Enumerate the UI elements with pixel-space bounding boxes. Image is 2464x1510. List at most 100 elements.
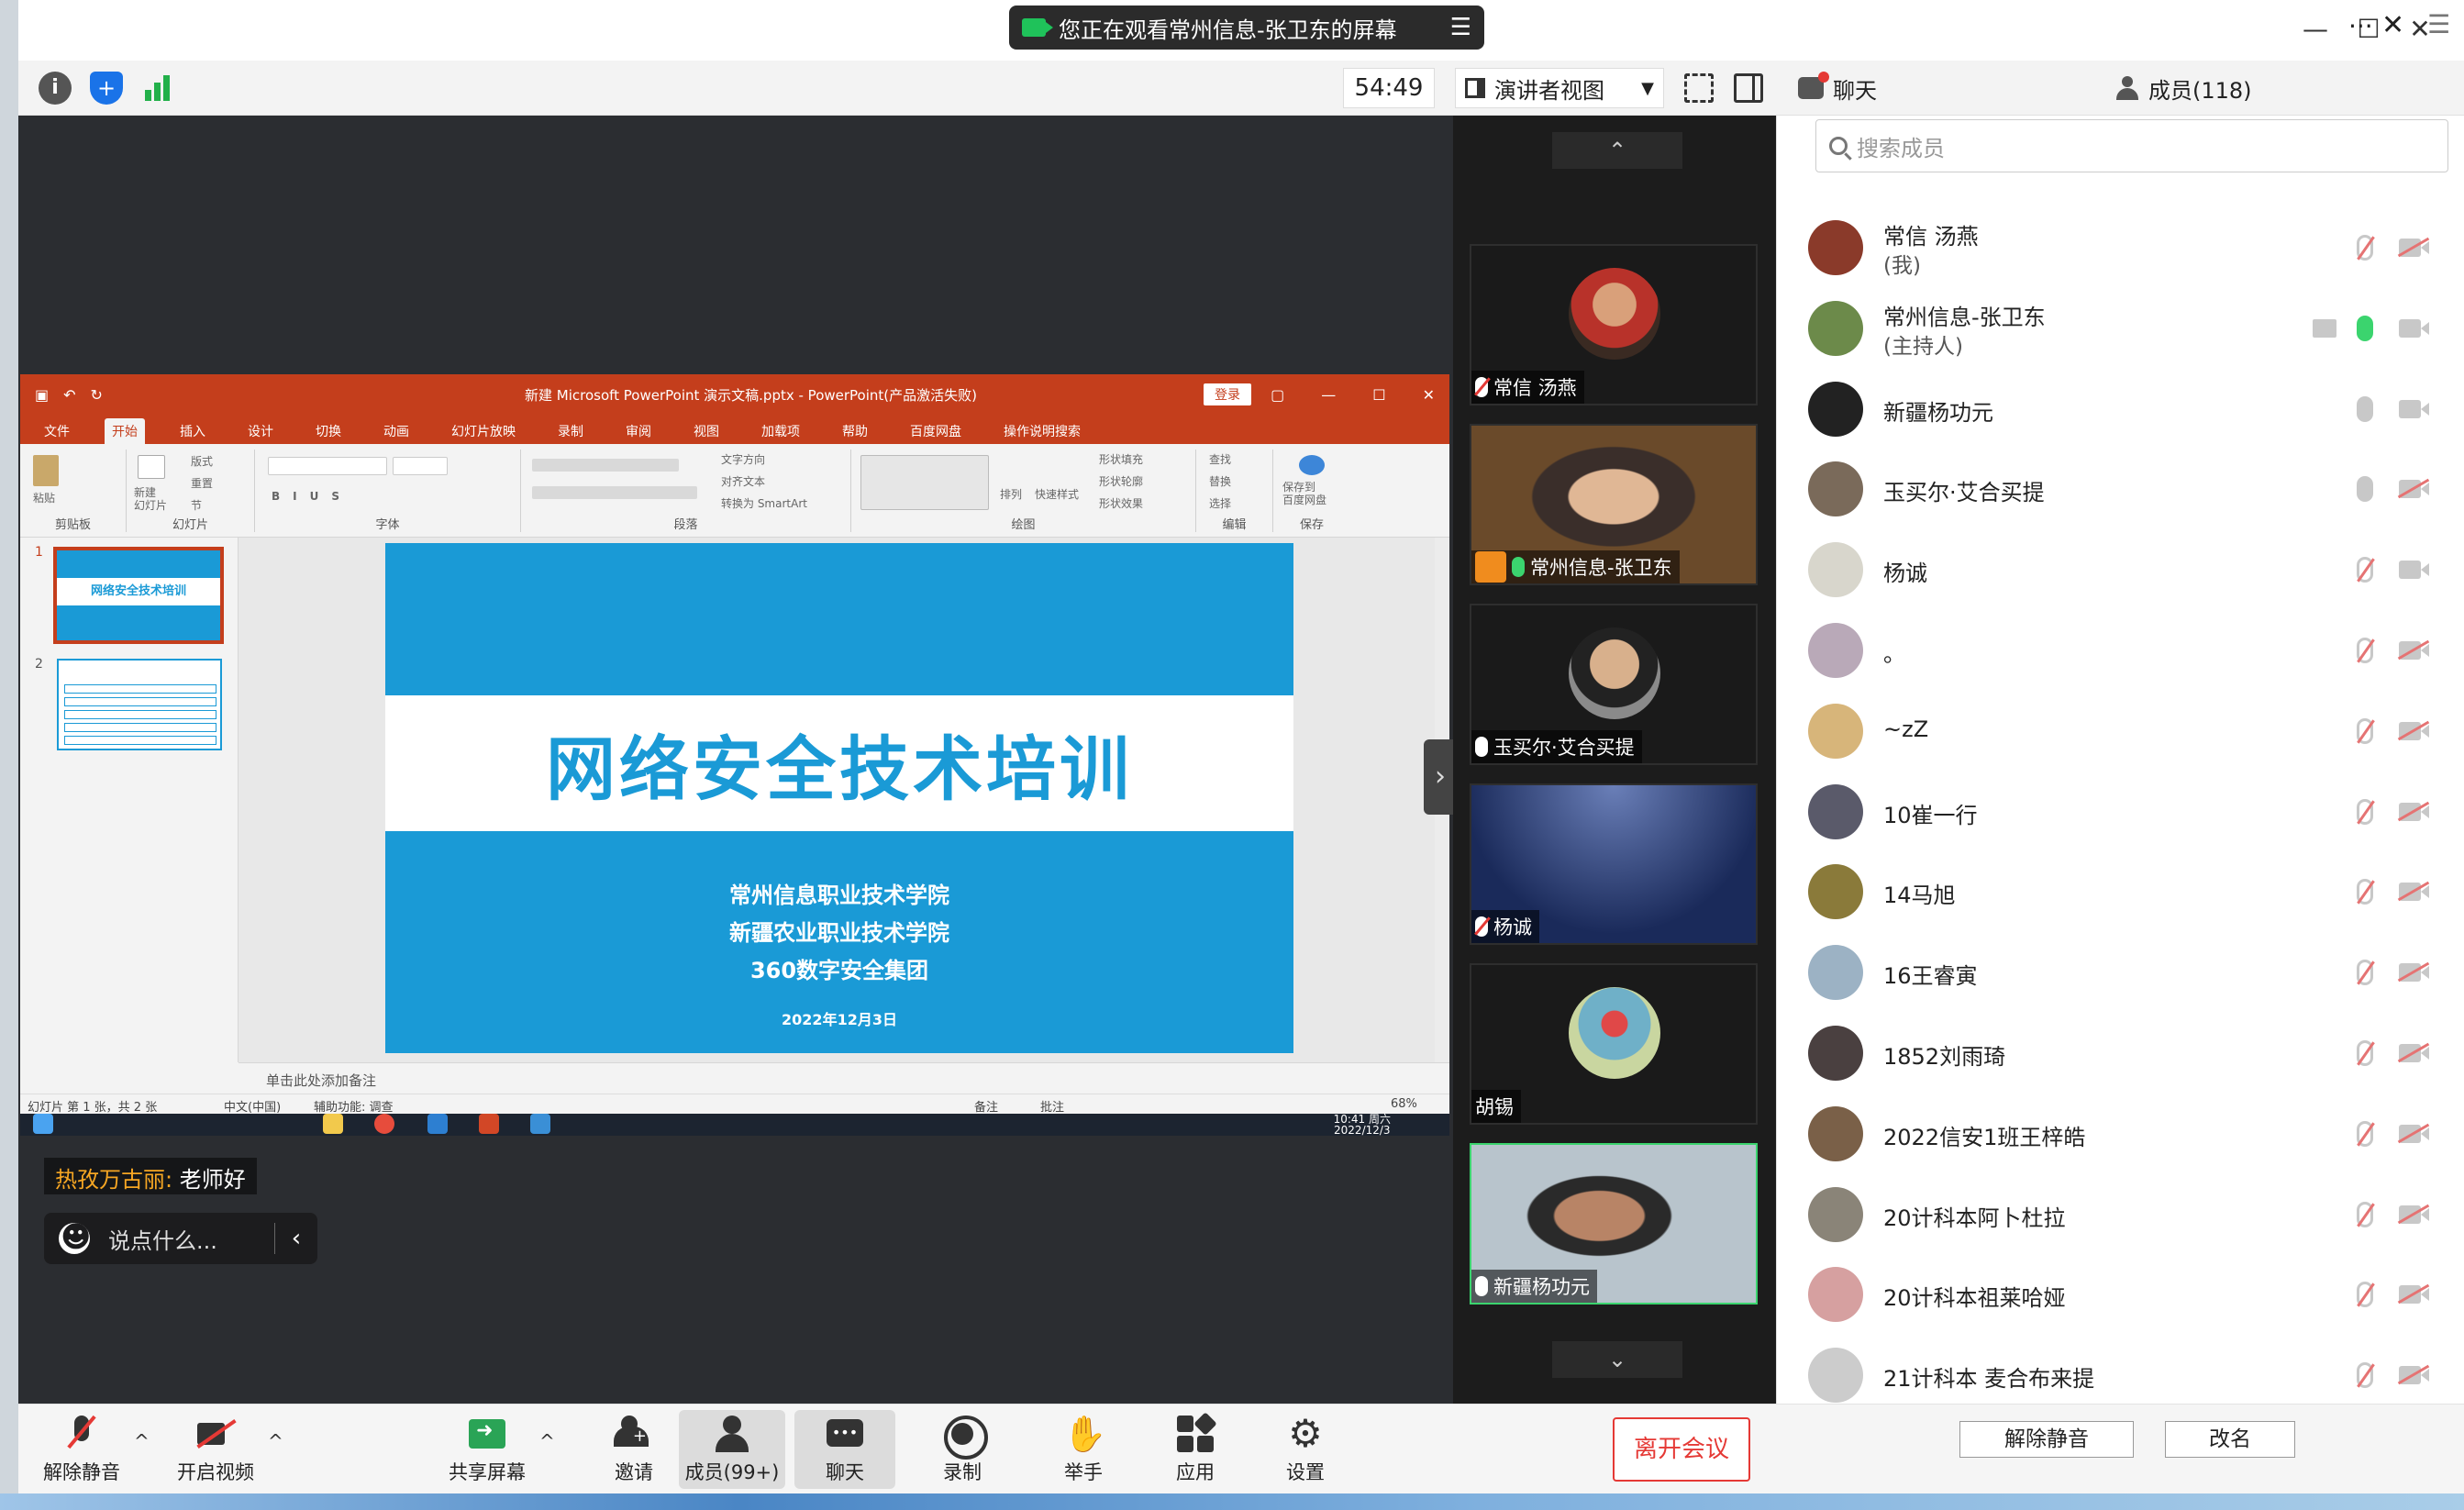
view-mode-dropdown[interactable]: 演讲者视图 ▼: [1455, 68, 1664, 108]
mic-muted-icon[interactable]: [2357, 1362, 2373, 1389]
collapse-video-strip-button[interactable]: ›: [1424, 739, 1457, 815]
member-row[interactable]: 20计科本阿卜杜拉: [1777, 1174, 2464, 1255]
invite-button[interactable]: 邀请: [583, 1410, 684, 1489]
toggle-sidebar-icon[interactable]: [1734, 73, 1763, 103]
chat-input-box[interactable]: 说点什么... ‹: [44, 1213, 317, 1264]
camera-off-icon[interactable]: [2399, 1366, 2429, 1385]
mic-muted-icon[interactable]: [2357, 960, 2373, 986]
tab-chat[interactable]: 聊天: [1798, 61, 1877, 116]
mic-icon[interactable]: [2357, 315, 2373, 341]
member-row[interactable]: 新疆杨功元: [1777, 369, 2464, 450]
mic-muted-icon[interactable]: [2357, 1039, 2373, 1066]
unmute-all-button[interactable]: 解除静音: [1959, 1421, 2134, 1458]
video-tile[interactable]: 杨诚: [1470, 783, 1758, 945]
more-options-icon[interactable]: ···: [2348, 11, 2373, 41]
fullscreen-icon[interactable]: [1684, 73, 1714, 103]
video-tile[interactable]: 常信 汤燕: [1470, 244, 1758, 405]
banner-text: 您正在观看常州信息-张卫东的屏幕: [1059, 17, 1397, 43]
member-row[interactable]: 20计科本祖莱哈娅: [1777, 1254, 2464, 1335]
share-screen-button[interactable]: 共享屏幕: [437, 1410, 538, 1489]
record-button[interactable]: 录制: [912, 1410, 1013, 1489]
mic-muted-icon[interactable]: [2357, 879, 2373, 905]
mic-muted-icon[interactable]: [2357, 1201, 2373, 1227]
camera-off-icon[interactable]: [2399, 239, 2429, 257]
member-search-input[interactable]: 搜索成员: [1815, 119, 2448, 172]
video-tile-speaking[interactable]: 新疆杨功元: [1470, 1143, 1758, 1305]
mic-muted-icon[interactable]: [2357, 557, 2373, 583]
mic-icon: [1475, 1276, 1488, 1296]
chat-input-placeholder[interactable]: 说点什么...: [108, 1223, 274, 1255]
member-row[interactable]: 10崔一行: [1777, 772, 2464, 852]
member-row[interactable]: 杨诚: [1777, 529, 2464, 610]
rename-button[interactable]: 改名: [2165, 1421, 2295, 1458]
mic-muted-icon[interactable]: [2357, 798, 2373, 825]
minimize-button[interactable]: —: [2295, 9, 2336, 50]
camera-off-icon[interactable]: [2399, 721, 2429, 740]
mic-muted-icon[interactable]: [2357, 717, 2373, 744]
mic-muted-icon[interactable]: [2357, 1282, 2373, 1308]
audio-options-caret[interactable]: ^: [134, 1430, 150, 1452]
tab-members-label: 成员(118): [2148, 77, 2252, 104]
video-tile[interactable]: 常州信息-张卫东: [1470, 424, 1758, 585]
mic-icon[interactable]: [2357, 395, 2373, 422]
member-row[interactable]: 玉买尔·艾合买提: [1777, 449, 2464, 529]
camera-off-icon[interactable]: [2399, 1205, 2429, 1224]
scroll-up-button[interactable]: ⌃: [1552, 132, 1682, 169]
member-row[interactable]: 21计科本 麦合布来提: [1777, 1335, 2464, 1404]
scroll-down-button[interactable]: ⌄: [1552, 1341, 1682, 1378]
camera-off-icon[interactable]: [2399, 883, 2429, 902]
mic-icon[interactable]: [2357, 476, 2373, 503]
tab-members[interactable]: 成员(118): [2115, 61, 2252, 116]
start-video-button[interactable]: 开启视频: [165, 1410, 266, 1489]
ribbon-label: 选择: [1209, 497, 1232, 510]
emoji-icon[interactable]: [59, 1219, 91, 1254]
camera-off-icon[interactable]: [2399, 802, 2429, 821]
mic-muted-icon[interactable]: [2357, 637, 2373, 663]
camera-off-icon[interactable]: [2399, 480, 2429, 499]
camera-icon[interactable]: [2399, 399, 2429, 418]
hamburger-icon[interactable]: ☰: [2427, 9, 2450, 39]
camera-off-icon[interactable]: [2399, 1285, 2429, 1305]
chat-button[interactable]: 聊天: [794, 1410, 895, 1489]
apps-button[interactable]: 应用: [1145, 1410, 1246, 1489]
member-row[interactable]: 常州信息-张卫东 (主持人): [1777, 288, 2464, 369]
screen-share-banner[interactable]: 您正在观看常州信息-张卫东的屏幕 ☰: [1009, 6, 1484, 50]
member-row[interactable]: 常信 汤燕 (我): [1777, 207, 2464, 288]
camera-off-icon[interactable]: [2399, 1043, 2429, 1062]
video-tile[interactable]: 玉买尔·艾合买提: [1470, 604, 1758, 765]
camera-icon[interactable]: [2399, 561, 2429, 580]
camera-off-icon[interactable]: [2399, 640, 2429, 660]
info-icon[interactable]: i: [39, 72, 72, 105]
video-options-caret[interactable]: ^: [268, 1430, 283, 1452]
collapse-chat-icon[interactable]: ‹: [275, 1225, 317, 1252]
mic-muted-icon[interactable]: [2357, 235, 2373, 261]
member-row[interactable]: ~zZ: [1777, 691, 2464, 772]
shield-icon[interactable]: +: [90, 72, 123, 105]
member-row[interactable]: 2022信安1班王梓皓: [1777, 1094, 2464, 1174]
member-row[interactable]: 14马旭: [1777, 851, 2464, 932]
slide-org: 360数字安全集团: [749, 958, 929, 983]
members-button[interactable]: 成员(99+): [679, 1410, 785, 1489]
close-panel-icon[interactable]: ✕: [2381, 9, 2404, 41]
side-panel-tabs: 聊天 成员(118): [1776, 61, 2464, 116]
member-row[interactable]: 1852刘雨琦: [1777, 1013, 2464, 1094]
ppt-tab: 动画: [383, 425, 409, 439]
settings-label: 设置: [1286, 1461, 1325, 1483]
raise-hand-button[interactable]: ✋ 举手: [1033, 1410, 1134, 1489]
leave-meeting-button[interactable]: 离开会议: [1613, 1417, 1750, 1482]
camera-off-icon[interactable]: [2399, 963, 2429, 983]
camera-icon[interactable]: [2399, 318, 2429, 338]
settings-button[interactable]: ⚙ 设置: [1255, 1410, 1356, 1489]
unmute-button[interactable]: 解除静音: [31, 1410, 132, 1489]
mic-muted-icon[interactable]: [2357, 1120, 2373, 1147]
network-signal-icon[interactable]: [141, 72, 174, 105]
menu-icon[interactable]: ☰: [1450, 14, 1471, 41]
search-placeholder[interactable]: 搜索成员: [1857, 130, 1945, 162]
member-row[interactable]: 。: [1777, 610, 2464, 691]
member-row[interactable]: 16王睿寅: [1777, 932, 2464, 1013]
camera-off-icon[interactable]: [2399, 1124, 2429, 1143]
video-tile[interactable]: 胡锡: [1470, 963, 1758, 1125]
share-screen-icon: [467, 1414, 507, 1454]
video-camera-icon: [1022, 18, 1053, 37]
share-options-caret[interactable]: ^: [539, 1430, 555, 1452]
